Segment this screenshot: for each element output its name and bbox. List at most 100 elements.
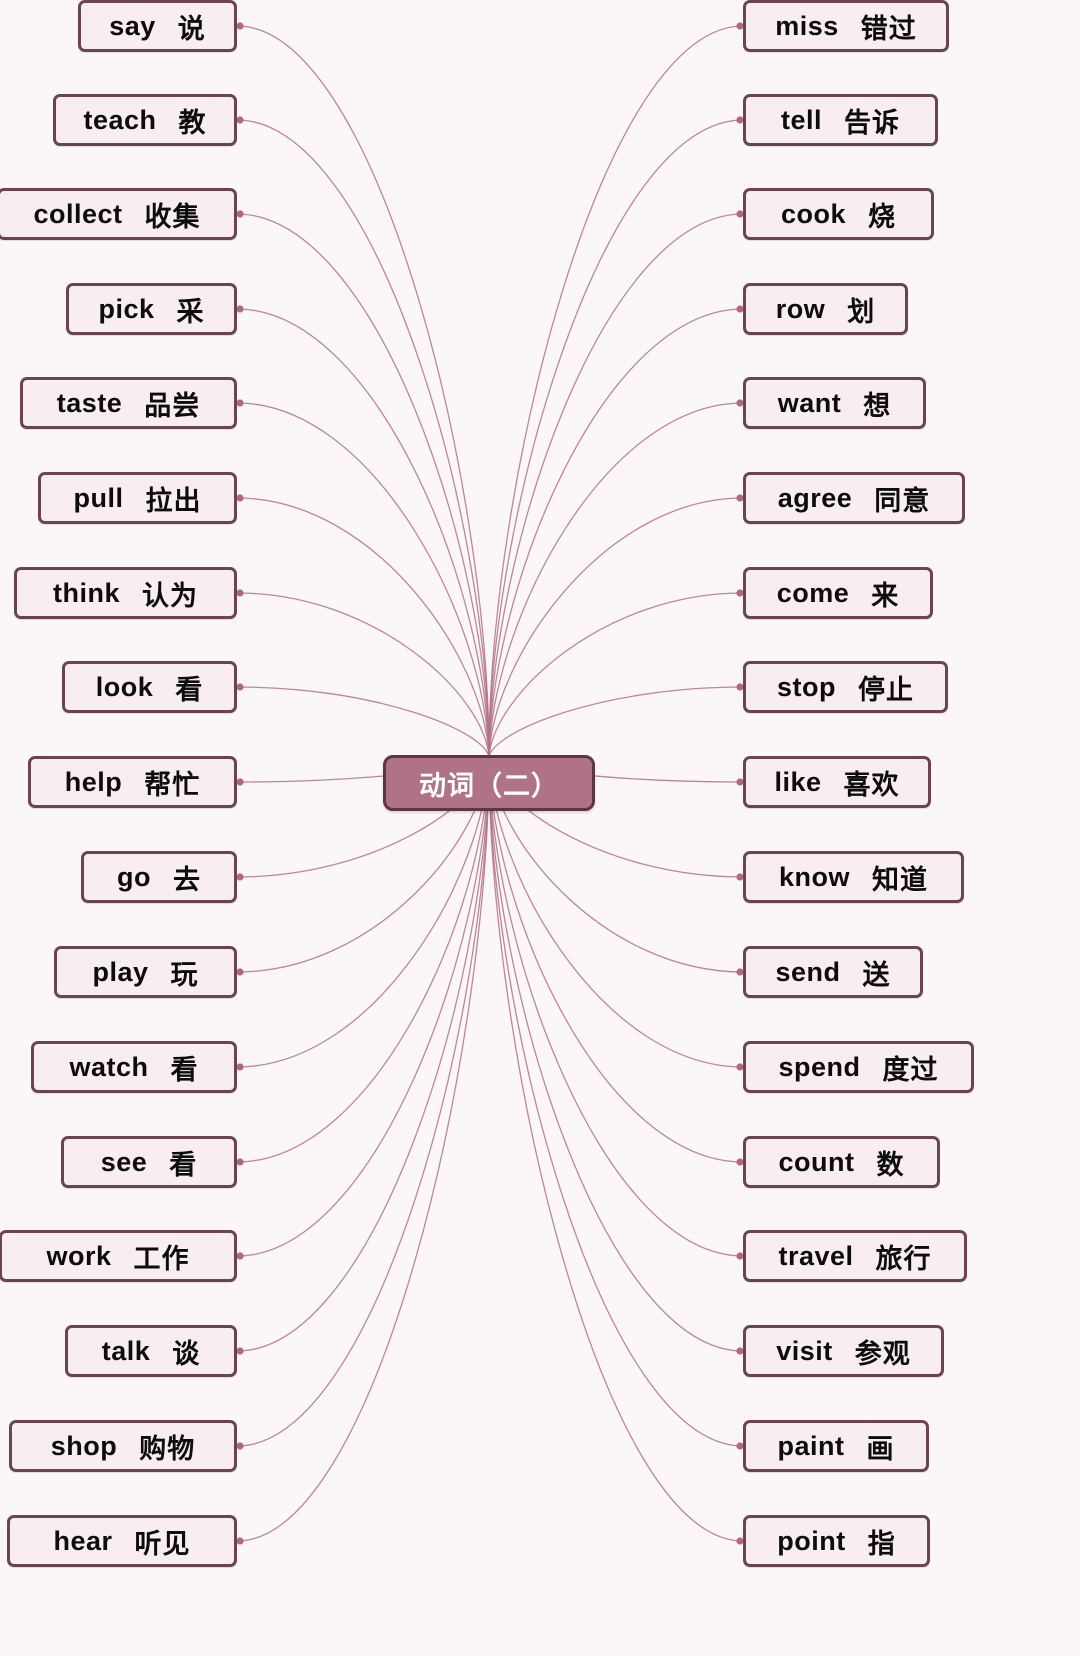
vocab-node-en: pick <box>98 293 155 324</box>
vocab-node-en: hear <box>53 1525 113 1556</box>
vocab-node-zh: 想 <box>863 390 892 421</box>
vocab-node-en: taste <box>56 387 123 418</box>
vocab-node-know[interactable]: know 知道 <box>743 851 964 903</box>
vocab-node-zh: 烧 <box>868 201 897 232</box>
vocab-node-point[interactable]: point 指 <box>743 1515 930 1567</box>
center-node[interactable]: 动词（二） <box>383 755 595 811</box>
connector-edge <box>488 592 744 758</box>
vocab-node-zh: 来 <box>871 580 900 611</box>
vocab-node-like[interactable]: like 喜欢 <box>743 756 931 808</box>
vocab-node-shop[interactable]: shop 购物 <box>9 1420 237 1472</box>
vocab-node-agree[interactable]: agree 同意 <box>743 472 965 524</box>
connector-edge <box>236 119 490 758</box>
vocab-node-miss[interactable]: miss 错过 <box>743 0 949 52</box>
center-node-label: 动词（二） <box>419 770 559 801</box>
vocab-node-zh: 认为 <box>142 580 198 611</box>
vocab-node-want[interactable]: want 想 <box>743 377 926 429</box>
vocab-node-play[interactable]: play 玩 <box>54 946 237 998</box>
connector-dot <box>236 22 244 30</box>
vocab-node-zh: 看 <box>169 1149 198 1180</box>
connector-edge <box>236 402 490 758</box>
vocab-node-zh: 品尝 <box>144 390 201 421</box>
vocab-node-en: see <box>100 1146 148 1177</box>
vocab-node-zh: 画 <box>866 1433 895 1464</box>
connector-dot <box>236 1442 244 1450</box>
vocab-node-paint[interactable]: paint 画 <box>743 1420 929 1472</box>
connector-edge <box>236 756 490 1352</box>
vocab-node-visit[interactable]: visit 参观 <box>743 1325 944 1377</box>
vocab-node-stop[interactable]: stop 停止 <box>743 661 948 713</box>
vocab-node-go[interactable]: go 去 <box>81 851 237 903</box>
vocab-node-come[interactable]: come 来 <box>743 567 933 619</box>
connector-dot <box>236 873 244 881</box>
connector-edge <box>236 25 490 758</box>
vocab-node-en: go <box>117 861 151 892</box>
connector-edge <box>488 756 744 1163</box>
vocab-node-en: know <box>778 861 850 892</box>
vocab-node-zh: 说 <box>177 13 206 44</box>
vocab-node-travel[interactable]: travel 旅行 <box>743 1230 967 1282</box>
connector-edge <box>488 402 744 758</box>
connector-edge <box>488 25 744 758</box>
connector-dot <box>236 305 244 313</box>
vocab-node-zh: 谈 <box>172 1338 201 1369</box>
vocab-node-pick[interactable]: pick 采 <box>66 283 237 335</box>
vocab-node-en: want <box>777 387 842 418</box>
vocab-node-count[interactable]: count 数 <box>743 1136 940 1188</box>
connector-edge <box>236 497 490 758</box>
vocab-node-zh: 数 <box>876 1149 905 1180</box>
connector-edge <box>488 686 744 758</box>
vocab-node-teach[interactable]: teach 教 <box>53 94 237 146</box>
vocab-node-cook[interactable]: cook 烧 <box>743 188 934 240</box>
vocab-node-en: cook <box>780 198 847 229</box>
connector-edge <box>488 213 744 758</box>
vocab-node-en: spend <box>778 1051 861 1082</box>
vocab-node-zh: 看 <box>170 1054 199 1085</box>
connector-dot <box>236 494 244 502</box>
vocab-node-send[interactable]: send 送 <box>743 946 923 998</box>
vocab-node-zh: 知道 <box>872 864 928 895</box>
vocab-node-en: point <box>777 1525 846 1556</box>
vocab-node-zh: 收集 <box>144 201 201 232</box>
connector-dot <box>236 399 244 407</box>
connector-edge <box>236 686 490 758</box>
connector-edge <box>236 213 490 758</box>
vocab-node-see[interactable]: see 看 <box>61 1136 237 1188</box>
connector-dot <box>236 778 244 786</box>
vocab-node-talk[interactable]: talk 谈 <box>65 1325 237 1377</box>
vocab-node-en: tell <box>780 104 822 135</box>
vocab-node-say[interactable]: say 说 <box>78 0 237 52</box>
vocab-node-en: watch <box>69 1051 149 1082</box>
connector-edge <box>488 756 744 1257</box>
vocab-node-row[interactable]: row 划 <box>743 283 908 335</box>
connector-dot <box>236 1347 244 1355</box>
vocab-node-pull[interactable]: pull 拉出 <box>38 472 237 524</box>
vocab-node-watch[interactable]: watch 看 <box>31 1041 237 1093</box>
vocab-node-en: collect <box>33 198 123 229</box>
connector-dot <box>236 589 244 597</box>
vocab-node-think[interactable]: think 认为 <box>14 567 237 619</box>
connector-dot <box>236 116 244 124</box>
vocab-node-en: talk <box>101 1335 151 1366</box>
vocab-node-zh: 玩 <box>170 959 199 990</box>
vocab-node-en: think <box>53 577 120 608</box>
vocab-node-look[interactable]: look 看 <box>62 661 237 713</box>
vocab-node-taste[interactable]: taste 品尝 <box>20 377 237 429</box>
vocab-node-zh: 同意 <box>874 485 931 516</box>
vocab-node-spend[interactable]: spend 度过 <box>743 1041 974 1093</box>
vocab-node-zh: 采 <box>176 296 205 327</box>
vocab-node-en: like <box>774 766 822 797</box>
vocab-node-zh: 指 <box>867 1528 896 1559</box>
vocab-node-help[interactable]: help 帮忙 <box>28 756 237 808</box>
vocab-node-work[interactable]: work 工作 <box>0 1230 237 1282</box>
vocab-node-en: pull <box>73 482 124 513</box>
vocab-node-zh: 旅行 <box>875 1243 932 1274</box>
connector-edge <box>236 308 490 758</box>
vocab-node-tell[interactable]: tell 告诉 <box>743 94 938 146</box>
connector-edge <box>236 756 490 1447</box>
vocab-node-hear[interactable]: hear 听见 <box>7 1515 237 1567</box>
connector-dot <box>236 1063 244 1071</box>
vocab-node-collect[interactable]: collect 收集 <box>0 188 237 240</box>
connector-edges <box>236 22 744 1545</box>
vocab-node-en: come <box>776 577 850 608</box>
